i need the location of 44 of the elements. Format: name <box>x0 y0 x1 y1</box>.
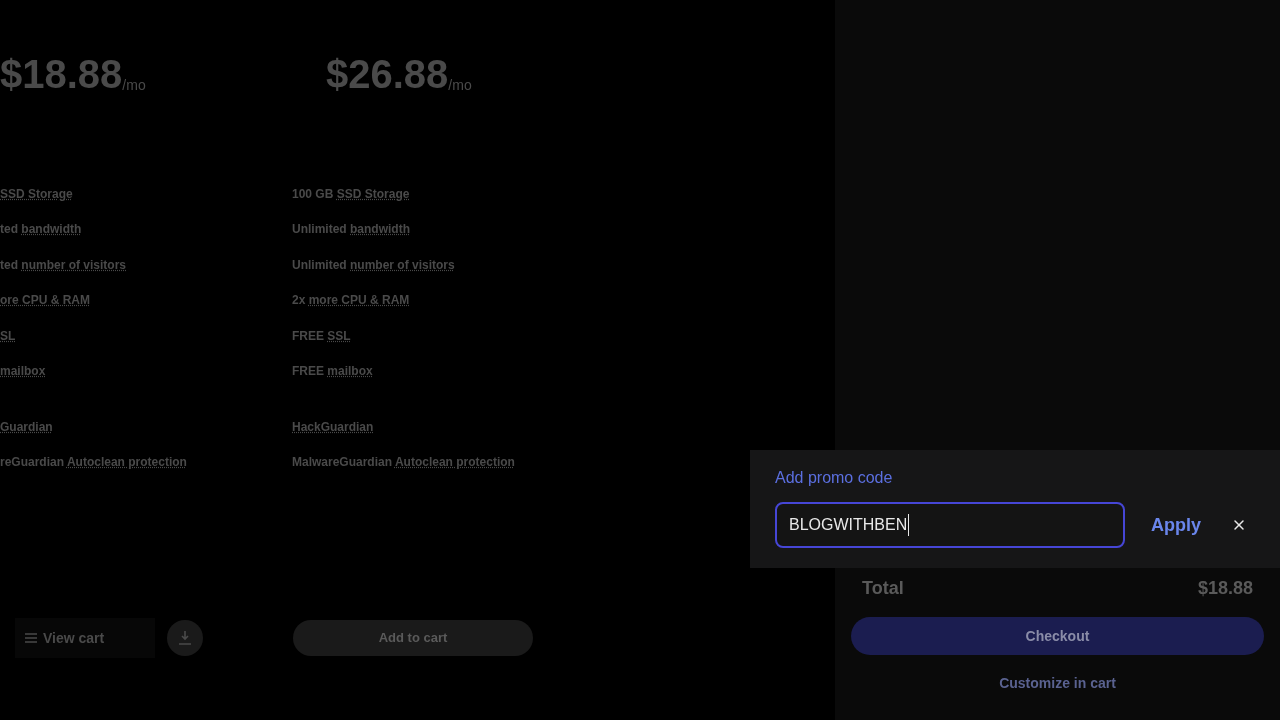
feature-text: FREE mailbox <box>292 363 373 381</box>
total-amount: $18.88 <box>1197 577 1253 600</box>
close-icon <box>1231 517 1247 533</box>
feature-text: 100 GB SSD Storage <box>292 185 410 203</box>
checkout-button[interactable]: Checkout <box>851 617 1264 655</box>
feature-link[interactable]: SSL <box>327 328 351 343</box>
feature-link[interactable]: bandwidth <box>350 222 410 237</box>
feature-link[interactable]: bandwidth <box>21 222 82 237</box>
close-button[interactable] <box>1231 517 1247 533</box>
feature-text: ted bandwidth <box>0 221 82 239</box>
feature-link[interactable]: more CPU & RAM <box>308 293 410 308</box>
promo-code-field[interactable]: BLOGWITHBEN <box>775 502 1125 548</box>
download-icon <box>179 631 191 645</box>
feature-link[interactable]: number of visitors <box>350 257 455 272</box>
add-to-cart-button[interactable]: Add to cart <box>293 620 533 656</box>
feature-text: Unlimited number of visitors <box>292 256 455 274</box>
feature-text: MalwareGuardian Autoclean protection <box>292 454 515 472</box>
price-period: /mo <box>122 77 146 95</box>
text-cursor-icon <box>908 514 910 536</box>
feature-link[interactable]: Autoclean protection <box>66 455 187 470</box>
feature-link[interactable]: HackGuardian <box>292 417 374 436</box>
feature-link[interactable]: ore CPU & RAM <box>0 291 90 310</box>
feature-text: ted number of visitors <box>0 256 127 274</box>
price-period: /mo <box>448 77 472 95</box>
apply-button[interactable]: Apply <box>1151 511 1201 539</box>
feature-link[interactable]: SSD Storage <box>0 184 73 203</box>
promo-title: Add promo code <box>775 468 893 488</box>
feature-link[interactable]: SL <box>0 326 16 345</box>
feature-text: FREE SSL <box>292 327 351 345</box>
total-label: Total <box>862 577 904 600</box>
price: $26.88 <box>326 51 449 98</box>
feature-link[interactable]: number of visitors <box>21 257 127 272</box>
feature-text: reGuardian Autoclean protection <box>0 454 187 472</box>
feature-text: Unlimited bandwidth <box>292 221 410 239</box>
feature-link[interactable]: mailbox <box>0 362 46 381</box>
customize-in-cart-link[interactable]: Customize in cart <box>999 673 1116 693</box>
price: $18.88 <box>0 51 123 98</box>
feature-link[interactable]: Guardian <box>0 417 53 436</box>
view-cart-button[interactable]: View cart <box>15 618 155 658</box>
feature-link[interactable]: Autoclean protection <box>394 455 515 470</box>
feature-link[interactable]: SSD Storage <box>336 186 410 201</box>
feature-link[interactable]: mailbox <box>327 364 373 379</box>
feature-text: 2x more CPU & RAM <box>292 292 410 310</box>
list-icon <box>25 633 37 643</box>
